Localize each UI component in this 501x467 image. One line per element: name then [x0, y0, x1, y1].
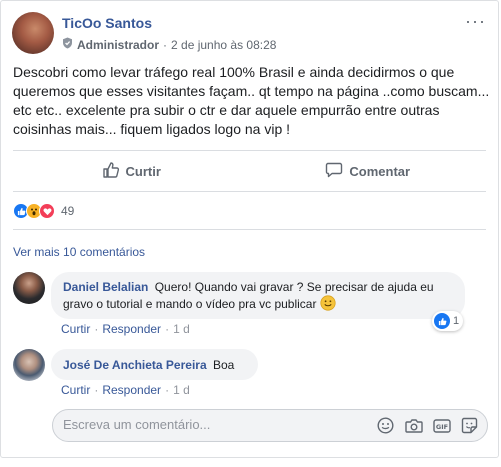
- like-button[interactable]: Curtir: [13, 151, 250, 191]
- gif-icon[interactable]: GIF: [432, 416, 451, 435]
- comment-reply-link[interactable]: Responder: [102, 322, 161, 336]
- reaction-count: 49: [61, 204, 75, 218]
- thumbs-up-icon: [102, 161, 120, 182]
- view-more-comments-link[interactable]: Ver mais 10 comentários: [13, 245, 145, 259]
- comment-like-link[interactable]: Curtir: [61, 383, 90, 397]
- divider: [13, 191, 486, 192]
- comment-actions: Curtir · Responder · 1 d: [61, 322, 190, 336]
- svg-text:GIF: GIF: [435, 423, 447, 431]
- comment-icon: [325, 161, 343, 182]
- comment-button[interactable]: Comentar: [250, 151, 487, 191]
- comment-input[interactable]: [63, 417, 363, 432]
- comment-time[interactable]: 1 d: [173, 322, 190, 336]
- comment-bubble: José De Anchieta Pereira Boa: [51, 349, 258, 380]
- divider: [13, 229, 486, 230]
- like-icon: [434, 313, 450, 329]
- comment-time[interactable]: 1 d: [173, 383, 190, 397]
- shield-icon: [62, 37, 73, 52]
- sticker-icon[interactable]: [460, 416, 479, 435]
- commenter-name[interactable]: José De Anchieta Pereira: [63, 358, 207, 372]
- comment-composer[interactable]: GIF: [52, 409, 488, 442]
- post-date[interactable]: 2 de junho às 08:28: [171, 38, 276, 52]
- meta-separator: ·: [163, 37, 168, 52]
- post-actions: Curtir Comentar: [13, 151, 486, 191]
- comment-text: Boa: [212, 358, 235, 372]
- comment-actions: Curtir · Responder · 1 d: [61, 383, 190, 397]
- camera-icon[interactable]: [404, 416, 423, 435]
- commenter-name[interactable]: Daniel Belalian: [63, 280, 148, 294]
- smile-emoji-icon: [320, 295, 336, 315]
- love-icon: [39, 203, 55, 219]
- comment-reaction-badge[interactable]: 1: [432, 311, 464, 331]
- reaction-summary[interactable]: 49: [13, 203, 74, 219]
- comment-label: Comentar: [349, 163, 411, 179]
- comment-like-link[interactable]: Curtir: [61, 322, 90, 336]
- post-text: Descobri como levar tráfego real 100% Br…: [13, 64, 490, 137]
- commenter-avatar[interactable]: [13, 272, 45, 304]
- commenter-avatar[interactable]: [13, 349, 45, 381]
- more-options-icon[interactable]: ···: [465, 11, 486, 32]
- author-name[interactable]: TicOo Santos: [62, 15, 152, 31]
- author-role: Administrador: [77, 37, 160, 52]
- like-label: Curtir: [125, 163, 161, 179]
- emoji-icon[interactable]: [376, 416, 395, 435]
- post-meta: Administrador · 2 de junho às 08:28: [62, 37, 276, 52]
- composer-icons: GIF: [376, 416, 479, 435]
- comment-reply-link[interactable]: Responder: [102, 383, 161, 397]
- comment-bubble: Daniel Belalian Quero! Quando vai gravar…: [51, 272, 465, 319]
- post-card: TicOo Santos Administrador · 2 de junho …: [0, 0, 499, 458]
- author-avatar[interactable]: [12, 12, 54, 54]
- comment-reaction-count: 1: [453, 315, 460, 327]
